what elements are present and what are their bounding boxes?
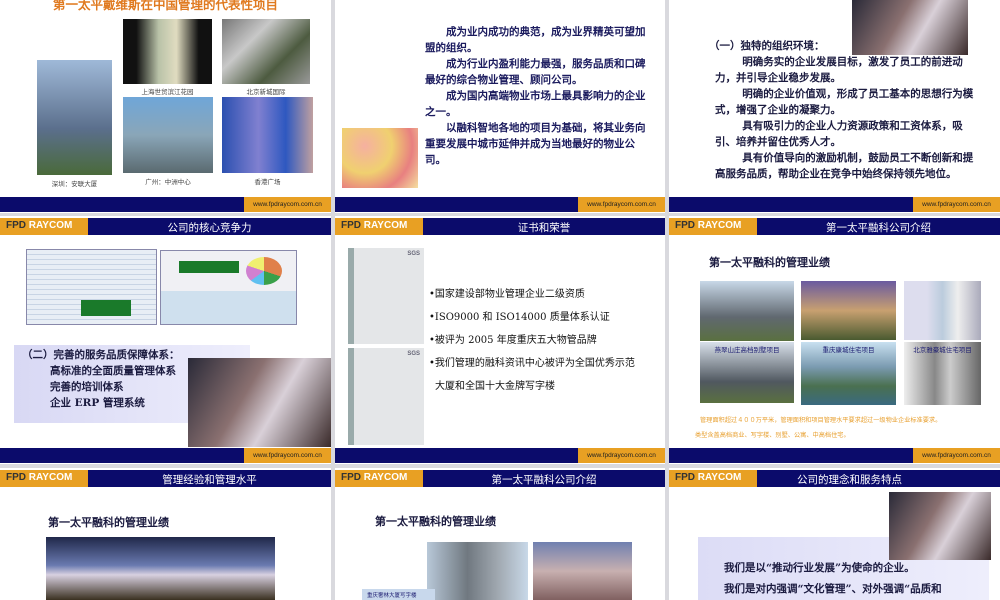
quality-item: 高标准的全面质量管理体系 [50,365,176,377]
slide-footer: www.fpdraycom.com.cn [669,197,1000,212]
building-photo [123,97,213,173]
photo-caption: 香港广场 [254,178,281,186]
project-photo [700,281,794,341]
sgs-certificate: SGS [348,348,424,445]
slide-thumbnail-1[interactable]: 第一太平戴维斯在中国管理的代表性项目 深圳：安联大厦 上海世贸滨江花园 北京新城… [0,0,331,213]
philosophy-text: 我们是以“推动行业发展”为使命的企业。 我们是对内强调“文化管理”、对外强调“品… [724,562,942,595]
org-paragraph: 明确务实的企业发展目标，激发了员工的前进动力，并引导企业稳步发展。 [715,56,963,84]
photo-caption: 重庆康城住宅项目 [822,346,875,354]
slide-subtitle: 第一太平融科的管理业绩 [375,515,496,528]
office-building-photo [533,542,632,600]
fpd-raycom-logo: FPD RAYCOM [335,470,423,487]
honors-list: •国家建设部物业管理企业二级资质 •ISO9000 和 ISO14000 质量体… [429,283,635,398]
org-paragraph: 明确的企业价值观，形成了员工基本的思想行为模式，增强了企业的凝聚力。 [715,88,974,116]
slide-title: 第一太平融科公司介绍 [826,222,931,234]
performance-note: 管理面积超过４００万平米，管理面积和项目管理水平要求超过一级物业企业标准要求。 … [695,417,942,439]
honor-item: •ISO9000 和 ISO14000 质量体系认证 [429,312,610,323]
photo-caption: 深圳：安联大厦 [51,180,98,188]
building-photo [37,60,112,175]
slide-footer: www.fpdraycom.com.cn [335,197,665,212]
fpd-raycom-logo: FPD RAYCOM [335,218,423,235]
slide-footer: www.fpdraycom.com.cn [0,197,331,212]
slide-title: 公司的核心竞争力 [167,222,252,234]
slide-thumbnail-3[interactable]: （一）独特的组织环境： 明确务实的企业发展目标，激发了员工的前进动力，并引导企业… [669,0,1000,213]
quality-item: 企业 ERP 管理系统 [50,397,145,409]
slide-title: 证书和荣誉 [517,222,571,234]
project-photo [801,281,896,340]
slide-header: FPD RAYCOM 第一太平融科公司介绍 [335,470,665,487]
roses-photo [342,128,418,188]
slide-subtitle: 第一太平融科的管理业绩 [48,516,169,529]
vision-paragraph: 成为行业内盈利能力最强，服务品质和口碑最好的综合物业管理、顾问公司。 [425,58,646,86]
office-building-photo [427,542,528,600]
slide-footer: www.fpdraycom.com.cn [669,448,1000,463]
slide-thumbnail-2[interactable]: 成为业内成功的典范，成为业界精英可望加盟的组织。 成为行业内盈利能力最强，服务品… [335,0,665,213]
building-photo [222,19,310,84]
slide-header: FPD RAYCOM 公司的核心竞争力 [0,218,331,235]
slide-thumbnail-6[interactable]: FPD RAYCOM 第一太平融科公司介绍 第一太平融科的管理业绩 燕翠山庄高档别… [669,216,1000,464]
slide-title: 公司的理念和服务特点 [797,474,902,486]
building-photo [222,97,313,173]
vision-paragraph: 以融科智地各地的项目为基础，将其业务向重要发展中城市延伸并成为当地最好的物业公司… [425,122,646,166]
photo-caption: 北京雅豪城住宅项目 [913,346,972,354]
vision-paragraph: 成为业内成功的典范，成为业界精英可望加盟的组织。 [425,26,646,54]
org-paragraph: 具有吸引力的企业人力资源政策和工资体系，吸引、培养并留住优秀人才。 [715,120,963,148]
slide-header: FPD RAYCOM 公司的理念和服务特点 [669,470,1000,487]
slide-thumbnail-9[interactable]: FPD RAYCOM 公司的理念和服务特点 我们是以“推动行业发展”为使命的企业。… [669,468,1000,600]
slide-footer: www.fpdraycom.com.cn [0,448,331,463]
building-photo [123,19,212,84]
fpd-raycom-logo: FPD RAYCOM [669,470,757,487]
slide-header: FPD RAYCOM 证书和荣誉 [335,218,665,235]
footer-url: www.fpdraycom.com.cn [913,448,1000,463]
slide-thumbnail-4[interactable]: FPD RAYCOM 公司的核心竞争力 （二）完善的服务品质保障体系： 高标准的全… [0,216,331,464]
honor-item: 大厦和全国十大金牌写字楼 [435,381,555,392]
org-environment-text: （一）独特的组织环境： 明确务实的企业发展目标，激发了员工的前进动力，并引导企业… [709,38,979,182]
photo-caption: 燕翠山庄高档别墅项目 [714,346,780,354]
slide-header: FPD RAYCOM 第一太平融科公司介绍 [669,218,1000,235]
fpd-raycom-logo: FPD RAYCOM [0,218,88,235]
project-photo [904,281,981,340]
quality-item: 完善的培训体系 [50,381,124,393]
slide-thumbnail-7[interactable]: FPD RAYCOM 管理经验和管理水平 第一太平融科的管理业绩 [0,468,331,600]
footer-url: www.fpdraycom.com.cn [913,197,1000,212]
photo-caption: 广州：中洲中心 [145,178,191,186]
slide-thumbnail-8[interactable]: FPD RAYCOM 第一太平融科公司介绍 第一太平融科的管理业绩 重庆奢林大厦写… [335,468,665,600]
honor-item: •我们管理的融科资讯中心被评为全国优秀示范 [429,358,635,369]
section-heading: （一）独特的组织环境： [709,40,825,52]
photo-caption: 北京新城国际 [246,88,286,96]
slide-header: FPD RAYCOM 管理经验和管理水平 [0,470,331,487]
fpd-raycom-logo: FPD RAYCOM [669,218,757,235]
quality-system-text: （二）完善的服务品质保障体系： 高标准的全面质量管理体系 完善的培训体系 企业 … [22,347,180,411]
slide-subtitle: 第一太平融科的管理业绩 [709,256,830,269]
footer-url: www.fpdraycom.com.cn [244,197,331,212]
vision-text: 成为业内成功的典范，成为业界精英可望加盟的组织。 成为行业内盈利能力最强，服务品… [425,24,655,168]
erp-screenshot [160,250,297,325]
org-paragraph: 具有价值导向的激励机制，鼓励员工不断创新和提高服务品质，帮助企业在竞争中始终保持… [715,152,974,180]
footer-url: www.fpdraycom.com.cn [244,448,331,463]
slide-thumbnail-5[interactable]: FPD RAYCOM 证书和荣誉 SGS SGS •国家建设部物业管理企业二级资质… [335,216,665,464]
sgs-certificate: SGS [348,248,424,344]
vision-paragraph: 成为国内高端物业市场上最具影响力的企业之一。 [425,90,646,118]
slide-footer: www.fpdraycom.com.cn [335,448,665,463]
footer-url: www.fpdraycom.com.cn [578,448,665,463]
mall-photo [46,537,275,600]
footer-url: www.fpdraycom.com.cn [578,197,665,212]
section-heading: （二）完善的服务品质保障体系： [22,349,180,361]
team-photo [188,358,331,447]
slide-title: 第一太平融科公司介绍 [491,474,597,486]
fpd-raycom-logo: FPD RAYCOM [0,470,88,487]
honor-item: •国家建设部物业管理企业二级资质 [429,289,585,300]
building-caption: 重庆奢林大厦写字楼 [362,589,435,600]
honor-item: •被评为 2005 年度重庆五大物管品牌 [429,335,597,346]
slide-title: 管理经验和管理水平 [162,474,257,486]
photo-caption: 上海世贸滨江花园 [141,88,194,96]
slide-title: 第一太平戴维斯在中国管理的代表性项目 [52,0,278,12]
team-photo [889,492,991,560]
erp-screenshot [26,249,157,325]
